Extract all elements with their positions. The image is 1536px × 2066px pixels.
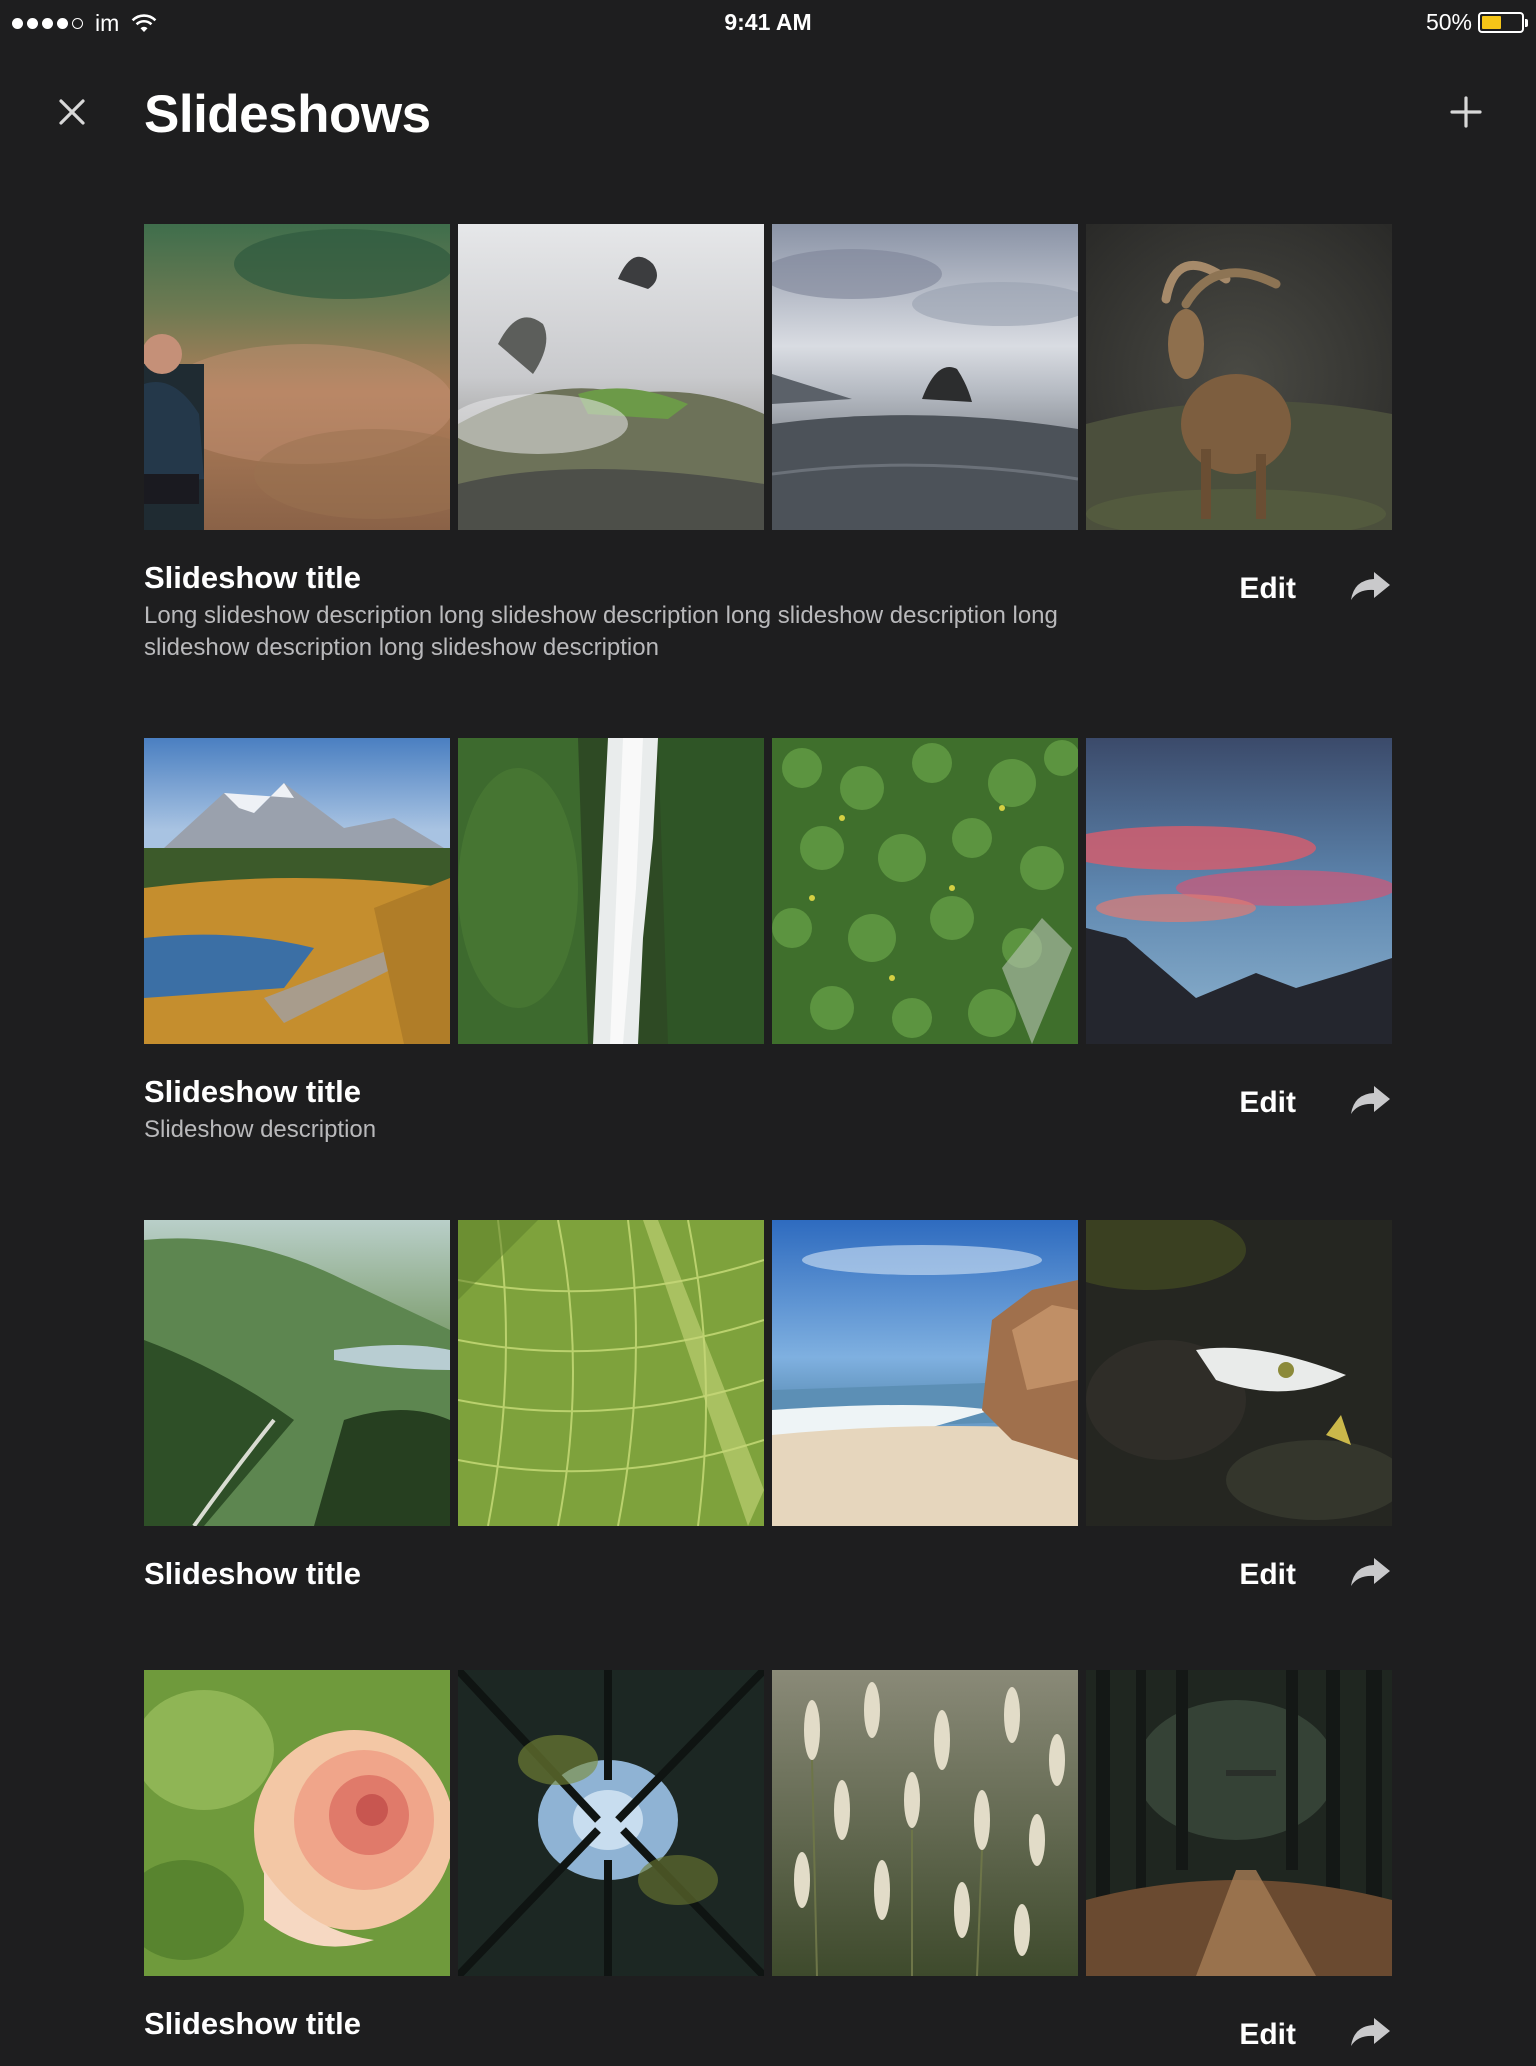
edit-button[interactable]: Edit [1239, 2018, 1296, 2052]
share-arrow-icon[interactable] [1348, 2012, 1392, 2052]
photo-wild-grass [772, 1670, 1078, 1976]
slideshow-title: Slideshow title [144, 560, 362, 595]
thumbnail-row [144, 224, 1392, 530]
nav-bar: Slideshows [0, 70, 1536, 160]
photo-alpine-lake [144, 738, 450, 1044]
slideshow-card[interactable]: Slideshow title Edit [144, 1670, 1392, 2066]
slideshow-title: Slideshow title [144, 1556, 362, 1591]
thumbnail-green-ground-cover[interactable] [772, 738, 1078, 1044]
slideshow-card[interactable]: Slideshow title Long slideshow descripti… [144, 224, 1392, 670]
share-arrow-icon[interactable] [1348, 566, 1392, 606]
slideshow-description: Long slideshow description long slidesho… [144, 602, 1058, 661]
thumbnail-mountain-ibex[interactable] [1086, 224, 1392, 530]
photo-leaf-veins [458, 1220, 764, 1526]
photo-sea-stack [772, 224, 1078, 530]
thumbnail-sunset-clouds-mountains[interactable] [1086, 738, 1392, 1044]
photo-tree-canopy [458, 1670, 764, 1976]
slideshow-card[interactable]: Slideshow title Slideshow description Ed… [144, 738, 1392, 1164]
thumbnail-misty-mountain-ruins[interactable] [458, 224, 764, 530]
photo-sunset-clouds [1086, 738, 1392, 1044]
photo-misty-mountain [458, 224, 764, 530]
photo-white-feather [1086, 1220, 1392, 1526]
slideshow-meta: Slideshow title Edit [144, 2006, 1392, 2066]
edit-button[interactable]: Edit [1239, 1086, 1296, 1120]
photo-green-valley [144, 1220, 450, 1526]
thumbnail-autumn-field-man[interactable] [144, 224, 450, 530]
plus-icon[interactable] [1444, 90, 1488, 134]
battery-nub [1525, 19, 1528, 27]
thumbnail-green-valley-river[interactable] [144, 1220, 450, 1526]
thumbnail-leaf-veins-closeup[interactable] [458, 1220, 764, 1526]
thumbnail-row [144, 1220, 1392, 1526]
thumbnail-wild-grass-seedheads[interactable] [772, 1670, 1078, 1976]
photo-forest-path [1086, 1670, 1392, 1976]
thumbnail-sea-stack-beach[interactable] [772, 224, 1078, 530]
status-bar: im 9:41 AM 50% [0, 0, 1536, 46]
photo-beach-cliff [772, 1220, 1078, 1526]
edit-button[interactable]: Edit [1239, 1558, 1296, 1592]
thumbnail-alpine-lake-boardwalk[interactable] [144, 738, 450, 1044]
edit-button[interactable]: Edit [1239, 572, 1296, 606]
share-arrow-icon[interactable] [1348, 1552, 1392, 1592]
thumbnail-row [144, 738, 1392, 1044]
slideshow-meta: Slideshow title Edit [144, 1556, 1392, 1616]
slideshow-meta: Slideshow title Long slideshow descripti… [144, 560, 1392, 670]
share-arrow-icon[interactable] [1348, 1080, 1392, 1120]
thumbnail-forest-path[interactable] [1086, 1670, 1392, 1976]
slideshow-meta: Slideshow title Slideshow description Ed… [144, 1074, 1392, 1164]
slideshow-title: Slideshow title [144, 1074, 362, 1109]
photo-ground-cover [772, 738, 1078, 1044]
thumbnail-tree-canopy-sky[interactable] [458, 1670, 764, 1976]
photo-peach-rose [144, 1670, 450, 1976]
close-icon[interactable] [50, 90, 94, 134]
battery-percentage: 50% [1425, 9, 1472, 35]
thumbnail-peach-rose[interactable] [144, 1670, 450, 1976]
slideshow-card[interactable]: Slideshow title Edit [144, 1220, 1392, 1616]
slideshow-description: Slideshow description [144, 1116, 377, 1143]
page-title: Slideshows [144, 85, 431, 144]
status-right: 50% [1425, 9, 1528, 36]
photo-autumn-field [144, 224, 450, 530]
photo-waterfall [458, 738, 764, 1044]
thumbnail-row [144, 1670, 1392, 1976]
thumbnail-sandy-beach-cliff[interactable] [772, 1220, 1078, 1526]
slideshow-title: Slideshow title [144, 2006, 362, 2041]
battery-icon [1478, 12, 1528, 33]
photo-ibex [1086, 224, 1392, 530]
thumbnail-forest-waterfall[interactable] [458, 738, 764, 1044]
battery-fill [1482, 16, 1501, 29]
status-time: 9:41 AM [724, 9, 812, 35]
thumbnail-white-feather-dark[interactable] [1086, 1220, 1392, 1526]
